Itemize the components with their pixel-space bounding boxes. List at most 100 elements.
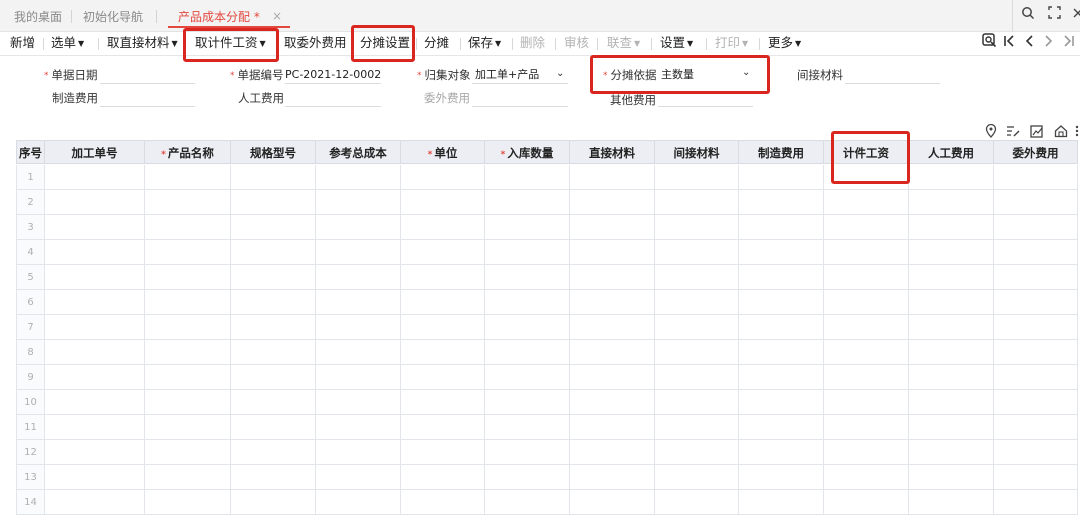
table-cell[interactable] [909,465,994,490]
table-cell[interactable] [316,315,401,340]
table-cell[interactable] [824,165,909,190]
table-cell[interactable] [994,165,1078,190]
more-button[interactable]: 更多 ▼ [768,32,801,54]
doc-date-input[interactable] [100,67,194,83]
table-cell[interactable] [401,390,485,415]
table-cell[interactable] [231,240,316,265]
table-cell[interactable] [231,265,316,290]
table-cell[interactable] [231,365,316,390]
table-cell[interactable] [45,365,145,390]
table-cell[interactable] [655,465,739,490]
table-cell[interactable] [316,365,401,390]
table-cell[interactable] [145,465,231,490]
allocation-basis-select[interactable]: 主数量 [661,67,694,83]
table-cell[interactable] [655,265,739,290]
column-header[interactable]: 参考总成本 [316,140,401,164]
table-cell[interactable] [145,215,231,240]
table-cell[interactable] [145,265,231,290]
first-record-icon[interactable] [1002,33,1016,53]
table-cell[interactable] [655,365,739,390]
table-cell[interactable] [145,315,231,340]
table-cell[interactable] [739,440,824,465]
table-cell[interactable] [655,390,739,415]
table-cell[interactable] [739,465,824,490]
table-cell[interactable] [401,215,485,240]
table-cell[interactable] [909,240,994,265]
get-outsource-fee-button[interactable]: 取委外费用 [284,32,347,54]
table-cell[interactable] [145,340,231,365]
table-cell[interactable] [145,190,231,215]
table-cell[interactable] [994,240,1078,265]
table-cell[interactable] [739,165,824,190]
table-cell[interactable] [824,315,909,340]
next-record-icon[interactable] [1042,33,1056,53]
table-cell[interactable] [145,440,231,465]
table-cell[interactable] [994,290,1078,315]
delete-button[interactable]: 删除 [520,32,545,54]
table-cell[interactable] [316,340,401,365]
table-cell[interactable] [655,315,739,340]
table-cell[interactable] [45,240,145,265]
table-cell[interactable] [655,340,739,365]
table-cell[interactable] [45,315,145,340]
table-cell[interactable] [570,265,655,290]
column-header[interactable]: * 单位 [401,140,485,164]
table-cell[interactable] [145,240,231,265]
table-cell[interactable] [909,365,994,390]
table-cell[interactable] [994,365,1078,390]
table-cell[interactable] [401,465,485,490]
table-cell[interactable] [739,215,824,240]
table-cell[interactable] [485,315,570,340]
table-cell[interactable] [739,365,824,390]
column-header[interactable]: 委外费用 [994,140,1078,164]
table-cell[interactable] [994,340,1078,365]
table-cell[interactable] [401,340,485,365]
table-cell[interactable] [824,215,909,240]
table-cell[interactable] [570,415,655,440]
table-cell[interactable] [570,215,655,240]
table-cell[interactable] [994,440,1078,465]
table-cell[interactable] [570,165,655,190]
location-pin-icon[interactable] [984,123,998,138]
table-cell[interactable] [316,190,401,215]
table-cell[interactable] [401,165,485,190]
table-cell[interactable] [231,390,316,415]
table-cell[interactable] [994,415,1078,440]
table-cell[interactable] [909,315,994,340]
table-cell[interactable] [401,440,485,465]
table-cell[interactable] [824,290,909,315]
table-cell[interactable] [739,315,824,340]
table-cell[interactable] [570,315,655,340]
table-cell[interactable] [485,415,570,440]
table-cell[interactable] [401,290,485,315]
table-cell[interactable] [316,215,401,240]
table-cell[interactable] [824,390,909,415]
search-icon[interactable] [1018,6,1038,26]
table-cell[interactable] [824,490,909,515]
table-cell[interactable] [655,490,739,515]
table-cell[interactable] [570,365,655,390]
table-cell[interactable] [485,290,570,315]
table-cell[interactable] [909,265,994,290]
table-cell[interactable] [401,190,485,215]
chevron-down-icon[interactable]: ⌄ [556,68,564,79]
table-cell[interactable] [485,340,570,365]
table-cell[interactable] [824,240,909,265]
table-cell[interactable] [909,390,994,415]
table-cell[interactable] [316,265,401,290]
table-cell[interactable] [401,240,485,265]
table-cell[interactable] [570,465,655,490]
table-cell[interactable] [909,440,994,465]
table-cell[interactable] [824,415,909,440]
table-cell[interactable] [316,240,401,265]
close-icon[interactable] [1068,6,1080,26]
export-image-icon[interactable] [1030,124,1044,138]
table-cell[interactable] [485,265,570,290]
table-cell[interactable] [145,390,231,415]
audit-button[interactable]: 审核 [564,32,589,54]
save-button[interactable]: 保存 ▼ [468,32,501,54]
get-direct-material-button[interactable]: 取直接材料 ▼ [107,32,178,54]
table-cell[interactable] [231,340,316,365]
table-cell[interactable] [909,340,994,365]
table-cell[interactable] [231,465,316,490]
